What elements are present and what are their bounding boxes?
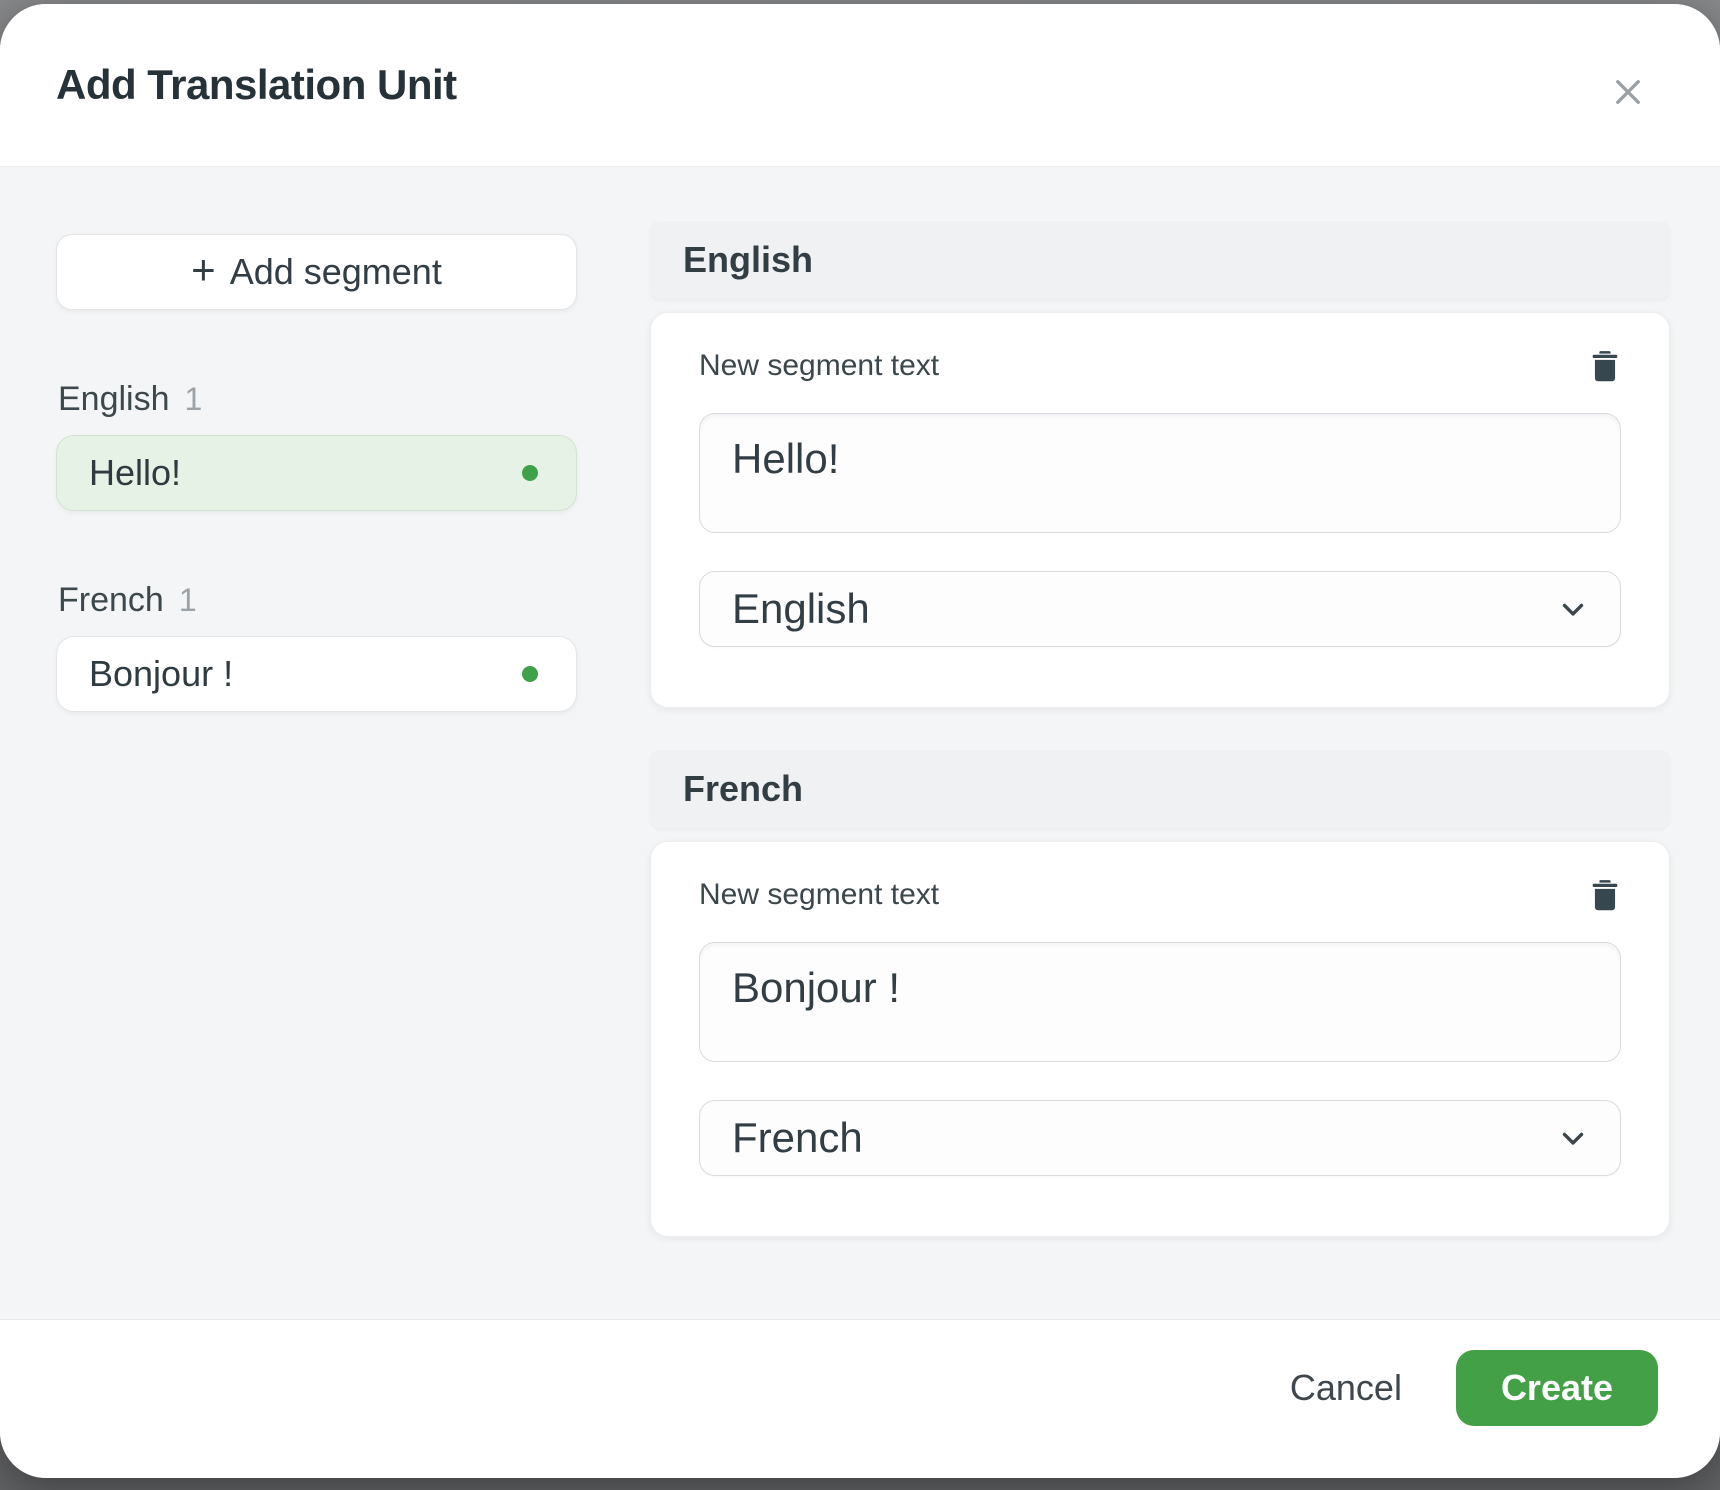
add-segment-button[interactable]: + Add segment: [56, 234, 577, 310]
segment-item-text: Hello!: [89, 452, 522, 494]
dialog-body: + Add segment English 1 Hello! French 1 …: [0, 166, 1720, 1320]
segment-item-text: Bonjour !: [89, 653, 522, 695]
add-translation-unit-dialog: Add Translation Unit + Add segment Engli…: [0, 4, 1720, 1478]
segment-list-item-french[interactable]: Bonjour !: [56, 636, 577, 712]
language-group-label-english: English 1: [56, 380, 577, 419]
segment-list-item-english[interactable]: Hello!: [56, 435, 577, 511]
segment-text-label: New segment text: [699, 878, 939, 912]
segment-card: New segment text Bonjour !: [650, 841, 1670, 1237]
close-icon: [1609, 73, 1647, 111]
language-select-value: English: [732, 585, 870, 633]
language-select[interactable]: French: [699, 1100, 1621, 1176]
delete-segment-button[interactable]: [1583, 873, 1627, 917]
section-title: French: [683, 768, 803, 810]
status-dot-icon: [522, 465, 538, 481]
editor-section-french: French New segment text: [650, 750, 1670, 1237]
language-group-label-french: French 1: [56, 581, 577, 620]
close-button[interactable]: [1604, 68, 1652, 116]
add-segment-label: Add segment: [230, 251, 442, 293]
dialog-footer: Cancel Create: [0, 1320, 1720, 1478]
create-button[interactable]: Create: [1456, 1350, 1658, 1426]
segment-editor-panel: English New segment text: [650, 221, 1670, 1319]
dialog-header: Add Translation Unit: [0, 4, 1720, 166]
dialog-title: Add Translation Unit: [56, 61, 457, 109]
status-dot-icon: [522, 666, 538, 682]
plus-icon: +: [191, 249, 216, 291]
segments-panel: + Add segment English 1 Hello! French 1 …: [56, 221, 577, 1319]
group-count-badge: 1: [185, 381, 203, 418]
language-select-value: French: [732, 1114, 863, 1162]
segment-text-input[interactable]: Hello!: [699, 413, 1621, 533]
group-count-badge: 1: [179, 582, 197, 619]
language-select[interactable]: English: [699, 571, 1621, 647]
card-label-row: New segment text: [699, 872, 1621, 918]
delete-segment-button[interactable]: [1583, 344, 1627, 388]
cancel-button[interactable]: Cancel: [1264, 1353, 1428, 1423]
group-language: English: [58, 380, 170, 419]
chevron-down-icon: [1556, 1121, 1590, 1155]
section-title: English: [683, 239, 813, 281]
section-header-bar: English: [650, 221, 1670, 299]
editor-section-english: English New segment text: [650, 221, 1670, 708]
chevron-down-icon: [1556, 592, 1590, 626]
group-language: French: [58, 581, 164, 620]
segment-card: New segment text Hello!: [650, 312, 1670, 708]
card-label-row: New segment text: [699, 343, 1621, 389]
trash-icon: [1589, 349, 1621, 383]
segment-text-input[interactable]: Bonjour !: [699, 942, 1621, 1062]
section-header-bar: French: [650, 750, 1670, 828]
trash-icon: [1589, 878, 1621, 912]
segment-text-label: New segment text: [699, 349, 939, 383]
